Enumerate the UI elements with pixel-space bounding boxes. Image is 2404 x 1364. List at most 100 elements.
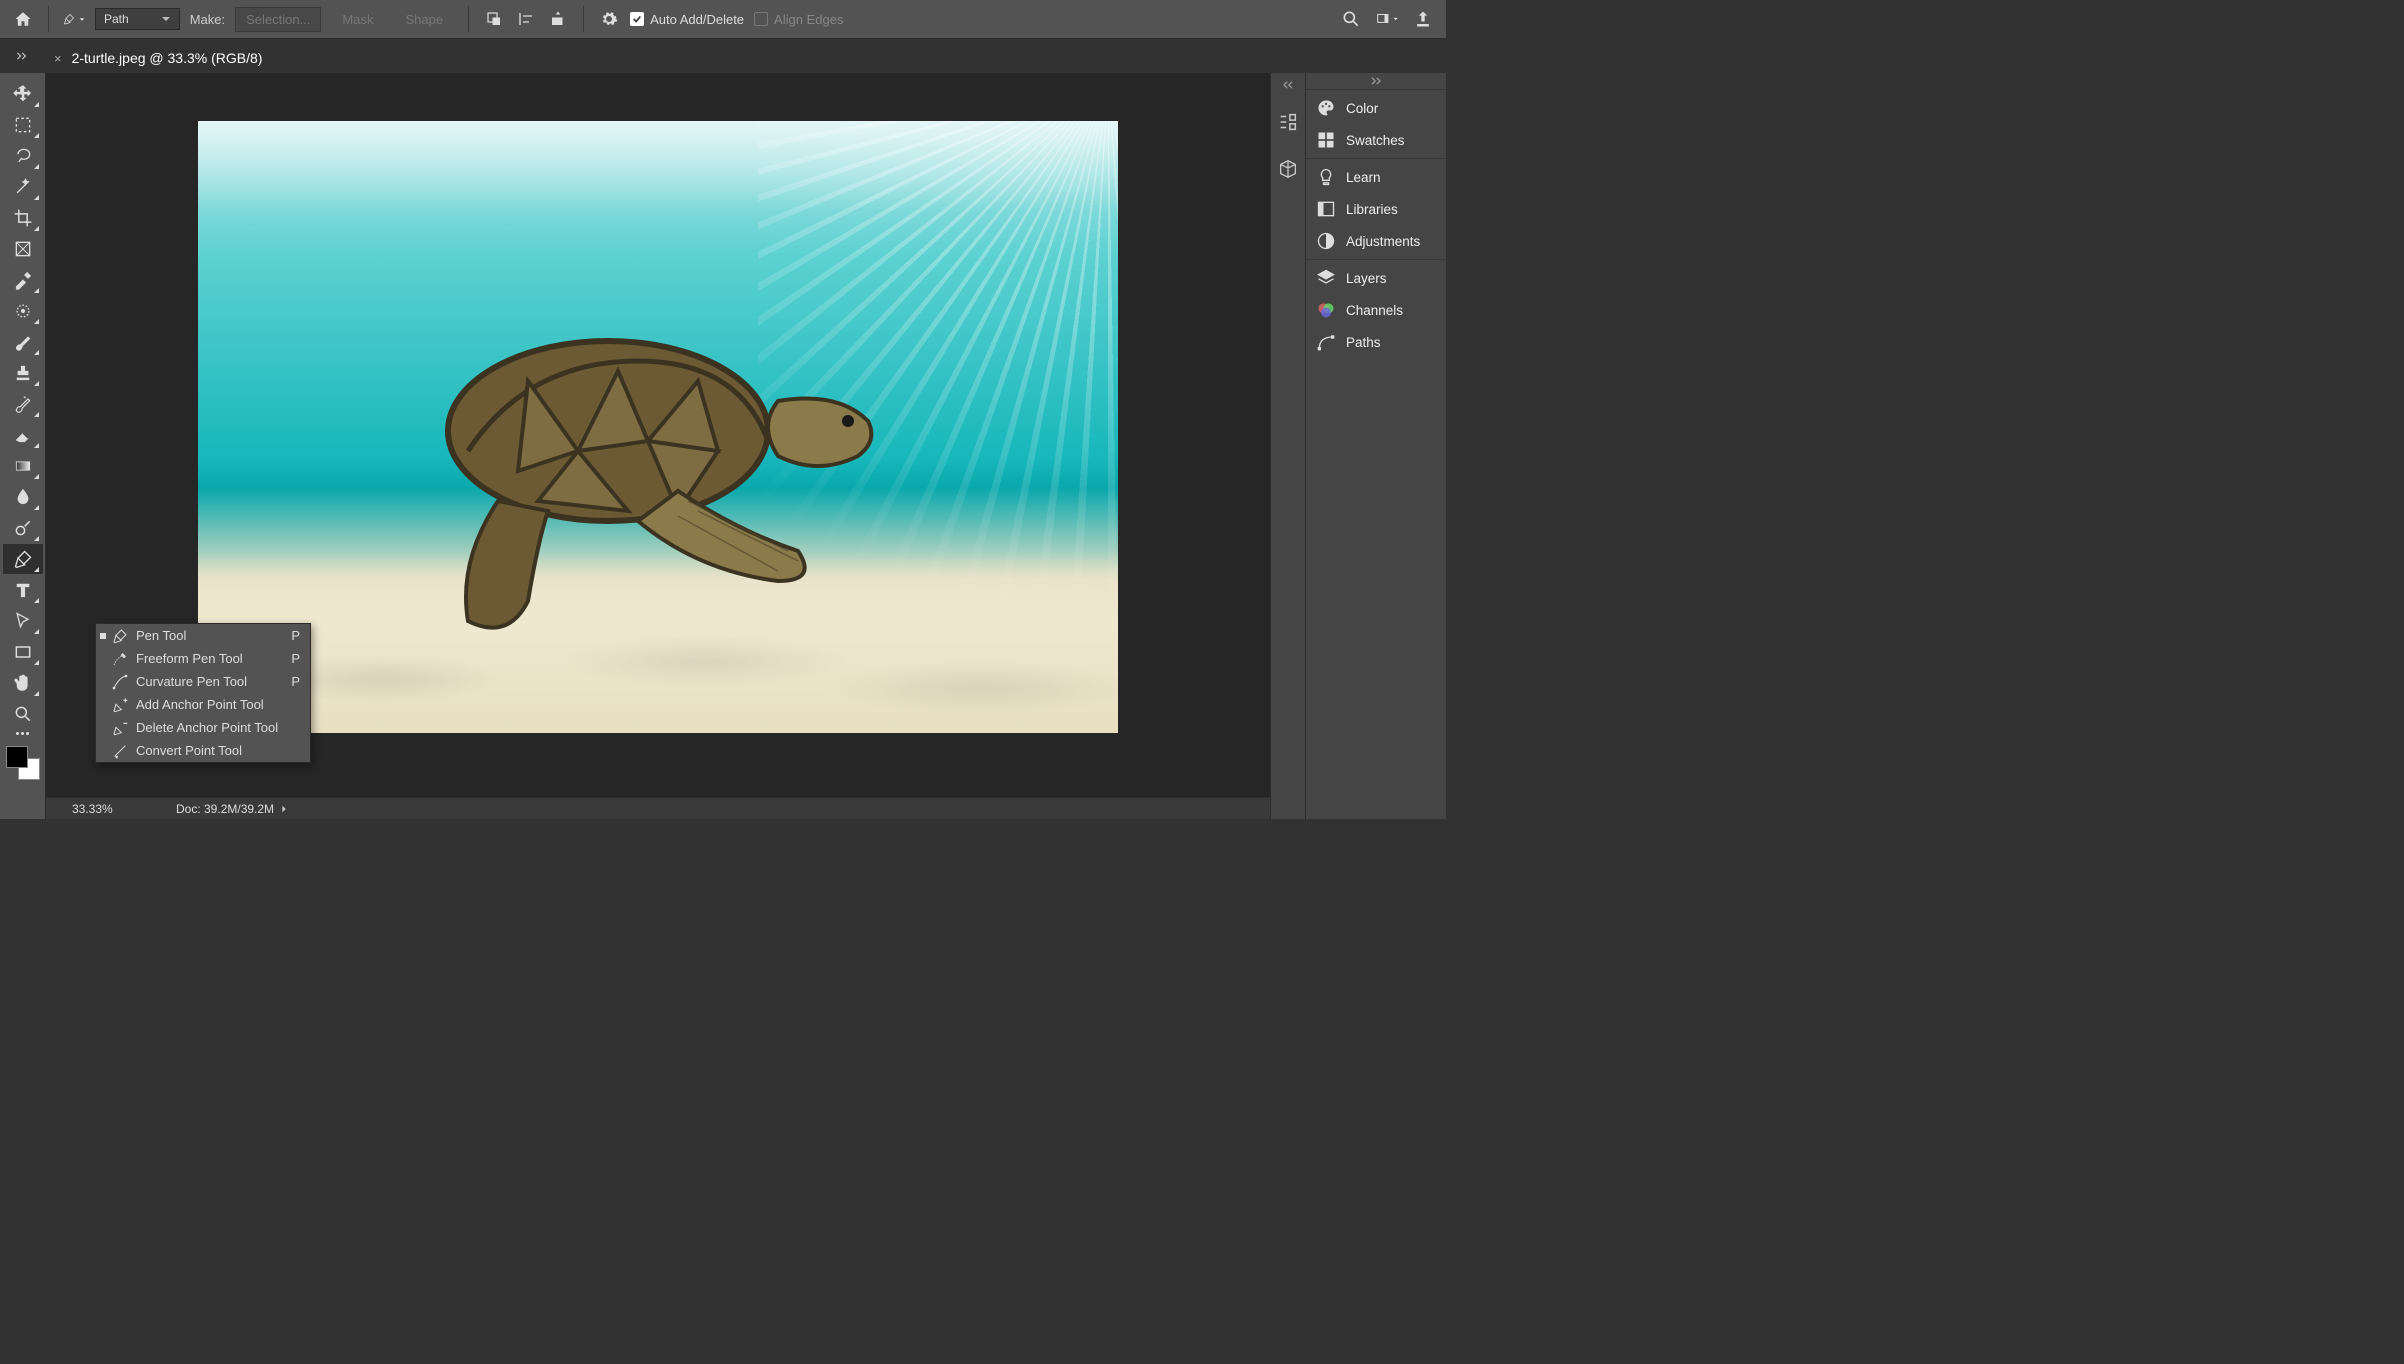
status-bar: 33.33% Doc: 39.2M/39.2M — [46, 797, 1270, 819]
blur-tool[interactable] — [3, 482, 43, 512]
canvas-area: Pen Tool P Freeform Pen Tool P Curvature… — [46, 73, 1270, 819]
swatches-panel-tab[interactable]: Swatches — [1306, 124, 1446, 156]
document-tab[interactable]: × 2-turtle.jpeg @ 33.3% (RGB/8) — [40, 43, 276, 73]
zoom-level[interactable]: 33.33% — [46, 802, 166, 816]
active-marker — [100, 633, 106, 639]
pick-tool-mode-dropdown[interactable]: Path — [95, 8, 180, 30]
pen-tool-flyout: Pen Tool P Freeform Pen Tool P Curvature… — [95, 623, 311, 763]
panel-label: Libraries — [1346, 202, 1398, 217]
clone-stamp-tool[interactable] — [3, 358, 43, 388]
freeform-pen-tool-option[interactable]: Freeform Pen Tool P — [96, 647, 310, 670]
pen-icon — [13, 549, 33, 569]
double-chevron-left-icon[interactable] — [1281, 81, 1295, 89]
type-icon — [13, 580, 33, 600]
magic-wand-icon — [13, 177, 33, 197]
path-alignment-button[interactable] — [515, 8, 537, 30]
color-panel-tab[interactable]: Color — [1306, 92, 1446, 124]
crop-tool[interactable] — [3, 203, 43, 233]
extra-pen-options-button[interactable] — [598, 8, 620, 30]
collapse-panels-button[interactable] — [1306, 73, 1446, 89]
pen-tool-option[interactable]: Pen Tool P — [96, 624, 310, 647]
gradient-icon — [13, 456, 33, 476]
eraser-tool[interactable] — [3, 420, 43, 450]
workspace-switcher[interactable] — [1376, 8, 1398, 30]
pen-icon — [112, 628, 128, 644]
eyedropper-tool[interactable] — [3, 265, 43, 295]
checkbox-label: Auto Add/Delete — [650, 12, 744, 27]
history-brush-tool[interactable] — [3, 389, 43, 419]
make-shape-button[interactable]: Shape — [394, 7, 454, 32]
turtle-illustration — [378, 301, 898, 641]
foreground-color-swatch[interactable] — [6, 746, 28, 768]
gradient-tool[interactable] — [3, 451, 43, 481]
canvas-viewport[interactable]: Pen Tool P Freeform Pen Tool P Curvature… — [46, 73, 1270, 797]
path-operations-button[interactable] — [483, 8, 505, 30]
delete-anchor-point-tool-option[interactable]: Delete Anchor Point Tool — [96, 716, 310, 739]
combine-shapes-icon — [485, 10, 503, 28]
pen-tool[interactable] — [3, 544, 43, 574]
hand-tool[interactable] — [3, 668, 43, 698]
foreground-background-color[interactable] — [6, 746, 40, 780]
tool-preset-picker[interactable] — [63, 8, 85, 30]
double-chevron-right-icon — [1369, 77, 1383, 85]
arrange-icon — [549, 10, 567, 28]
curvature-pen-tool-option[interactable]: Curvature Pen Tool P — [96, 670, 310, 693]
brush-tool[interactable] — [3, 327, 43, 357]
move-tool[interactable] — [3, 79, 43, 109]
spot-heal-icon — [13, 301, 33, 321]
healing-brush-tool[interactable] — [3, 296, 43, 326]
make-selection-button[interactable]: Selection... — [235, 7, 321, 32]
make-mask-button[interactable]: Mask — [331, 7, 384, 32]
zoom-icon — [13, 704, 33, 724]
close-tab-button[interactable]: × — [54, 51, 62, 66]
blur-icon — [13, 487, 33, 507]
align-edges-checkbox[interactable]: Align Edges — [754, 12, 843, 27]
search-button[interactable] — [1340, 8, 1362, 30]
home-button[interactable] — [12, 8, 34, 30]
collapsed-panel-dock — [1270, 73, 1306, 819]
document-tab-bar: × 2-turtle.jpeg @ 33.3% (RGB/8) — [0, 39, 1446, 73]
document-tab-label: 2-turtle.jpeg @ 33.3% (RGB/8) — [72, 50, 263, 66]
tool-divider[interactable] — [15, 732, 31, 735]
properties-icon — [1277, 111, 1299, 133]
horizontal-scrollbar[interactable] — [310, 802, 1270, 816]
adjustments-panel-tab[interactable]: Adjustments — [1306, 225, 1446, 257]
menu-item-label: Pen Tool — [136, 628, 186, 643]
document-canvas[interactable] — [198, 121, 1118, 733]
separator — [48, 6, 49, 32]
palette-icon — [1316, 98, 1336, 118]
quick-selection-tool[interactable] — [3, 172, 43, 202]
curvature-pen-icon — [112, 674, 128, 690]
channels-panel-tab[interactable]: Channels — [1306, 294, 1446, 326]
separator — [583, 6, 584, 32]
lasso-tool[interactable] — [3, 141, 43, 171]
share-button[interactable] — [1412, 8, 1434, 30]
type-tool[interactable] — [3, 575, 43, 605]
3d-panel-button[interactable] — [1277, 158, 1299, 183]
learn-panel-tab[interactable]: Learn — [1306, 161, 1446, 193]
stamp-icon — [13, 363, 33, 383]
panel-label: Swatches — [1346, 133, 1405, 148]
marquee-tool[interactable] — [3, 110, 43, 140]
zoom-tool[interactable] — [3, 699, 43, 729]
layers-panel-tab[interactable]: Layers — [1306, 262, 1446, 294]
eraser-icon — [13, 425, 33, 445]
right-panel-dock: Color Swatches Learn Libraries Adjustmen… — [1306, 73, 1446, 819]
libraries-panel-tab[interactable]: Libraries — [1306, 193, 1446, 225]
paths-panel-tab[interactable]: Paths — [1306, 326, 1446, 358]
path-selection-tool[interactable] — [3, 606, 43, 636]
rectangle-tool[interactable] — [3, 637, 43, 667]
convert-point-tool-option[interactable]: Convert Point Tool — [96, 739, 310, 762]
path-arrangement-button[interactable] — [547, 8, 569, 30]
expand-panels-button[interactable] — [6, 39, 40, 73]
dodge-tool[interactable] — [3, 513, 43, 543]
frame-tool[interactable] — [3, 234, 43, 264]
properties-panel-button[interactable] — [1277, 111, 1299, 136]
tools-panel — [0, 73, 46, 819]
add-anchor-point-tool-option[interactable]: Add Anchor Point Tool — [96, 693, 310, 716]
pen-icon — [63, 10, 75, 28]
dodge-icon — [13, 518, 33, 538]
hand-icon — [13, 673, 33, 693]
auto-add-delete-checkbox[interactable]: Auto Add/Delete — [630, 12, 744, 27]
document-info[interactable]: Doc: 39.2M/39.2M — [166, 802, 288, 816]
